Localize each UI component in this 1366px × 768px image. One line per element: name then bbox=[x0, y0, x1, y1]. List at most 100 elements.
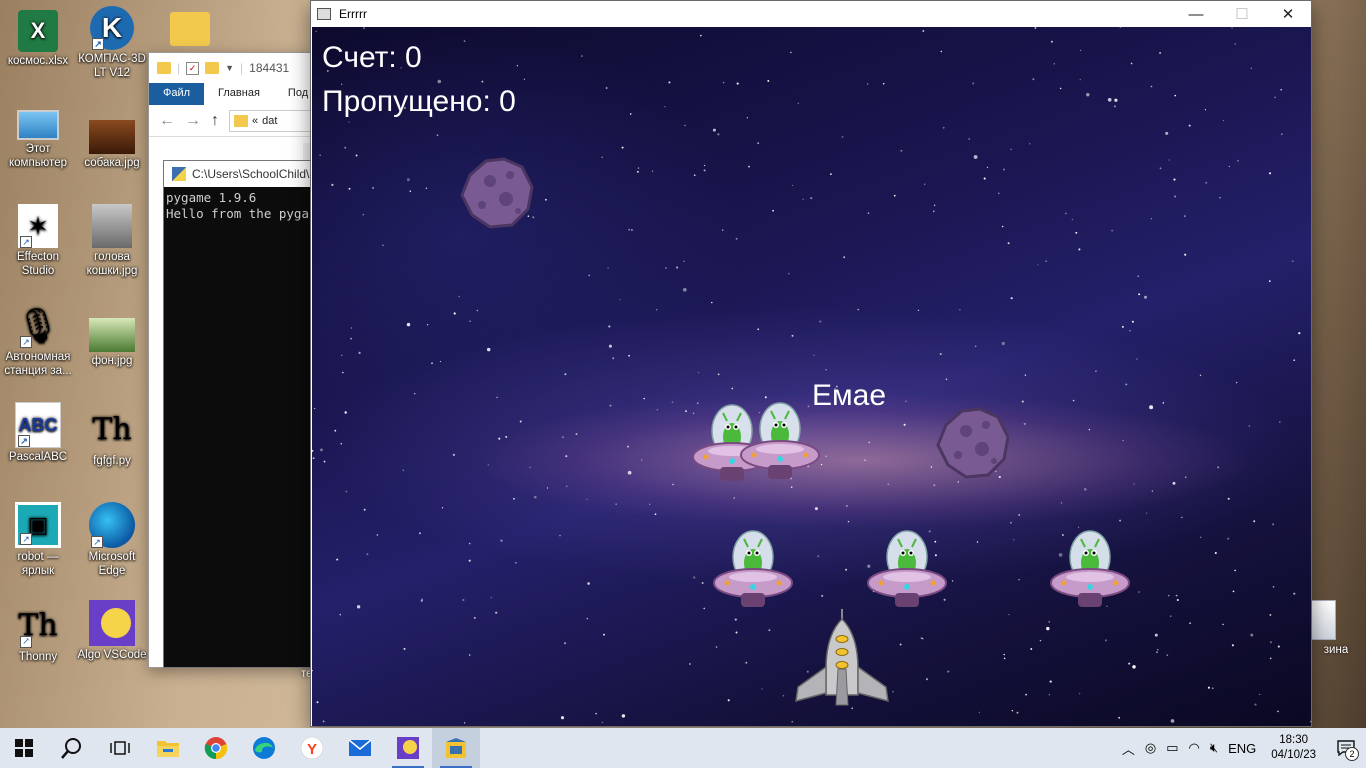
desktop-icon-kosmos-xlsx[interactable]: X космос.xlsx bbox=[1, 10, 75, 68]
star bbox=[1156, 651, 1158, 653]
star bbox=[498, 437, 501, 440]
star bbox=[1113, 105, 1116, 108]
star bbox=[697, 371, 700, 374]
properties-icon[interactable]: ✓ bbox=[186, 61, 200, 75]
star bbox=[978, 711, 980, 714]
taskbar-edge[interactable] bbox=[240, 728, 288, 768]
game-canvas[interactable]: Счет: 0 Пропущено: 0 Емае bbox=[312, 27, 1311, 726]
language-indicator[interactable]: ENG bbox=[1223, 741, 1261, 756]
taskbar-yandex-browser[interactable]: Y bbox=[288, 728, 336, 768]
star bbox=[468, 654, 471, 656]
star bbox=[782, 694, 785, 697]
star bbox=[903, 423, 906, 426]
star bbox=[1107, 97, 1112, 102]
desktop-icon-algo-vscode[interactable]: Algo VSCode bbox=[75, 600, 149, 662]
desktop-icon-label: Effecton Studio bbox=[17, 251, 59, 277]
tab-file[interactable]: Файл bbox=[149, 83, 205, 105]
desktop-icon-thonny[interactable]: Th ↗ Thonny bbox=[1, 604, 75, 664]
chevron-up-icon[interactable]: ︿ bbox=[1117, 739, 1140, 758]
star bbox=[715, 646, 718, 648]
ufo-enemy-sprite bbox=[740, 402, 820, 480]
star bbox=[1138, 293, 1141, 296]
floating-text: Емае bbox=[812, 379, 887, 412]
new-folder-icon[interactable] bbox=[205, 62, 220, 74]
desktop-icon-pascalabc[interactable]: ABC ↗ PascalABC bbox=[1, 402, 75, 464]
close-button[interactable]: ✕ bbox=[1265, 1, 1311, 27]
explorer-titlebar[interactable]: | ✓ ▼ | 184431 bbox=[149, 53, 317, 83]
desktop-icon-effecton-studio[interactable]: ✶ ↗ Effecton Studio bbox=[1, 204, 75, 278]
desktop-icon-kompas[interactable]: K ↗ КОМПАС-3D LT V12 bbox=[75, 6, 149, 80]
star bbox=[703, 164, 706, 167]
star bbox=[1228, 165, 1231, 168]
star bbox=[1235, 381, 1238, 384]
minimize-button[interactable]: — bbox=[1173, 1, 1219, 27]
back-arrow-icon[interactable]: ← bbox=[159, 112, 175, 130]
wifi-icon[interactable]: ◠ bbox=[1184, 740, 1205, 756]
star bbox=[654, 513, 657, 516]
star bbox=[722, 229, 724, 231]
star bbox=[1248, 425, 1250, 427]
desktop-icon-cat-head-jpg[interactable]: голова кошки.jpg bbox=[75, 204, 149, 278]
taskbar-python[interactable] bbox=[432, 728, 480, 768]
battery-icon[interactable]: ▭ bbox=[1161, 740, 1183, 756]
star bbox=[627, 445, 629, 448]
taskbar-file-explorer[interactable] bbox=[144, 728, 192, 768]
forward-arrow-icon[interactable]: → bbox=[185, 112, 201, 130]
star bbox=[1001, 341, 1005, 346]
desktop-icon-label: fgfgf.py bbox=[93, 455, 131, 467]
star bbox=[968, 137, 971, 141]
webcam-icon[interactable]: ◎ bbox=[1140, 740, 1161, 756]
start-button[interactable] bbox=[0, 728, 48, 768]
star bbox=[1170, 615, 1172, 617]
tab-home[interactable]: Главная bbox=[204, 83, 274, 105]
star bbox=[820, 463, 823, 466]
task-view-button[interactable] bbox=[96, 728, 144, 768]
desktop-icon-dog-jpg[interactable]: собака.jpg bbox=[75, 120, 149, 170]
star bbox=[564, 373, 567, 376]
star bbox=[607, 267, 609, 269]
address-text: dat bbox=[262, 114, 278, 127]
star bbox=[630, 228, 633, 232]
console-window[interactable]: C:\Users\SchoolChild\ pygame 1.9.6 Hello… bbox=[163, 160, 323, 668]
desktop-icon-this-pc[interactable]: Этот компьютер bbox=[1, 110, 75, 170]
taskbar-algo-vscode[interactable] bbox=[384, 728, 432, 768]
star bbox=[703, 607, 705, 610]
desktop-icon-autonomous-station[interactable]: 🎙 ↗ Автономная станция за... bbox=[1, 304, 75, 378]
star bbox=[1217, 466, 1220, 469]
up-arrow-icon[interactable]: ↑ bbox=[211, 112, 219, 130]
volume-muted-icon[interactable]: 🔇︎ bbox=[1205, 740, 1223, 756]
star bbox=[421, 598, 423, 601]
star bbox=[314, 407, 316, 410]
pygame-window[interactable]: Errrrr — ☐ ✕ Счет: 0 Пропущено: 0 Емае bbox=[310, 0, 1312, 727]
star bbox=[1086, 93, 1090, 97]
search-button[interactable] bbox=[48, 728, 96, 768]
taskbar-chrome[interactable] bbox=[192, 728, 240, 768]
clock[interactable]: 18:30 04/10/23 bbox=[1261, 733, 1326, 763]
star bbox=[1125, 383, 1128, 386]
star bbox=[544, 198, 547, 201]
desktop-icon-label: космос.xlsx bbox=[7, 55, 69, 67]
star bbox=[1232, 590, 1235, 593]
star bbox=[513, 497, 515, 500]
taskbar-mail[interactable] bbox=[336, 728, 384, 768]
notification-center-button[interactable]: 2 bbox=[1326, 728, 1366, 768]
chevron-down-icon[interactable]: ▼ bbox=[225, 63, 234, 73]
desktop-icon-fon-jpg[interactable]: фон.jpg bbox=[75, 318, 149, 368]
desktop-icon-fgfgf-py[interactable]: Th fgfgf.py bbox=[75, 408, 149, 468]
console-titlebar[interactable]: C:\Users\SchoolChild\ bbox=[164, 161, 322, 187]
game-titlebar[interactable]: Errrrr — ☐ ✕ bbox=[311, 1, 1311, 27]
address-bar[interactable]: « dat bbox=[229, 109, 317, 132]
star bbox=[1150, 218, 1153, 220]
desktop-icon-recycle-bin[interactable]: зина bbox=[1306, 600, 1366, 656]
folder-icon[interactable] bbox=[170, 12, 210, 46]
star bbox=[1029, 143, 1031, 145]
star bbox=[668, 81, 671, 84]
star bbox=[846, 505, 848, 507]
star bbox=[1204, 109, 1206, 111]
star bbox=[867, 212, 870, 214]
desktop-icon-microsoft-edge[interactable]: ↗ Microsoft Edge bbox=[75, 502, 149, 578]
desktop-icon-robot[interactable]: ▣ ↗ robot — ярлык bbox=[1, 502, 75, 578]
star bbox=[1227, 537, 1230, 540]
star bbox=[350, 337, 353, 340]
star bbox=[315, 30, 317, 32]
